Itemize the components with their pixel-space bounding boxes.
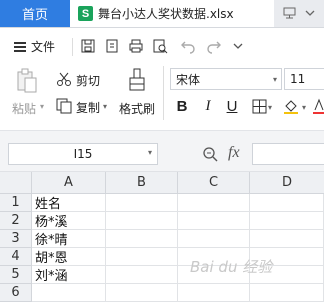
cell[interactable]: [178, 284, 250, 302]
paste-dropdown-icon[interactable]: ▾: [40, 102, 44, 111]
row-header-3[interactable]: 3: [0, 230, 32, 248]
column-header-a[interactable]: A: [32, 172, 106, 194]
cell-reference: I15: [73, 147, 93, 161]
column-header-c[interactable]: C: [178, 172, 250, 194]
format-painter-label[interactable]: 格式刷: [119, 100, 155, 117]
formula-input[interactable]: [252, 143, 324, 165]
cell[interactable]: [250, 230, 324, 248]
row-header-5[interactable]: 5: [0, 266, 32, 284]
row-header-1[interactable]: 1: [0, 194, 32, 212]
cell[interactable]: [250, 194, 324, 212]
cell[interactable]: [106, 194, 178, 212]
menu-icon: [14, 40, 26, 54]
paste-label[interactable]: 粘贴: [12, 100, 36, 117]
cell[interactable]: [178, 212, 250, 230]
cell-a3[interactable]: 徐*晴: [32, 230, 106, 248]
file-menu-button[interactable]: 文件: [14, 38, 55, 55]
copy-icon[interactable]: [56, 98, 72, 117]
cell[interactable]: [106, 230, 178, 248]
copy-label[interactable]: 复制: [76, 99, 100, 116]
cell[interactable]: [106, 212, 178, 230]
cell-a5[interactable]: 刘*涵: [32, 266, 106, 284]
monitor-icon[interactable]: [282, 6, 296, 20]
cut-icon[interactable]: [56, 71, 72, 90]
name-box[interactable]: I15 ▾: [8, 143, 158, 165]
copy-dropdown-icon[interactable]: ▾: [103, 102, 107, 111]
borders-icon[interactable]: [250, 96, 268, 116]
cell[interactable]: [106, 284, 178, 302]
spreadsheet-grid: A B C D 1 2 3 4 5 6 姓名 杨*溪 徐*晴 胡*恩 刘*涵: [0, 172, 324, 304]
cell-a2[interactable]: 杨*溪: [32, 212, 106, 230]
document-title: 舞台小达人奖状数据.xlsx: [98, 7, 234, 21]
cell[interactable]: [106, 248, 178, 266]
cell-a6[interactable]: [32, 284, 106, 302]
column-header-b[interactable]: B: [106, 172, 178, 194]
cell[interactable]: [106, 266, 178, 284]
fill-color-icon[interactable]: [282, 96, 300, 116]
name-box-dropdown-icon[interactable]: ▾: [148, 148, 152, 157]
undo-icon[interactable]: [180, 38, 196, 54]
print-preview-icon[interactable]: [152, 38, 168, 54]
redo-icon[interactable]: [206, 38, 222, 54]
customize-dropdown-icon[interactable]: [230, 38, 246, 54]
insert-function-button[interactable]: fx: [228, 144, 240, 162]
cell[interactable]: [250, 212, 324, 230]
zoom-search-icon[interactable]: [202, 146, 218, 165]
font-color-icon[interactable]: [312, 96, 324, 116]
watermark: Bai du 经验: [190, 258, 273, 276]
divider: [72, 38, 73, 56]
cell-a4[interactable]: 胡*恩: [32, 248, 106, 266]
home-tab[interactable]: 首页: [0, 0, 70, 27]
divider: [163, 66, 164, 120]
chevron-down-icon[interactable]: [303, 6, 317, 20]
column-header-d[interactable]: D: [250, 172, 324, 194]
spreadsheet-icon: S: [78, 6, 93, 21]
row-header-6[interactable]: 6: [0, 284, 32, 302]
print-icon[interactable]: [128, 38, 144, 54]
cell[interactable]: [250, 284, 324, 302]
cell[interactable]: [178, 230, 250, 248]
fill-dropdown-icon[interactable]: ▾: [302, 103, 306, 112]
underline-button[interactable]: U: [225, 96, 239, 116]
file-menu-label: 文件: [31, 40, 56, 54]
font-name-select[interactable]: 宋体 ▾: [170, 68, 282, 90]
row-header-4[interactable]: 4: [0, 248, 32, 266]
font-name-value: 宋体: [176, 72, 201, 87]
save-icon[interactable]: [80, 38, 96, 54]
cut-label[interactable]: 剪切: [76, 72, 100, 89]
document-tab[interactable]: S 舞台小达人奖状数据.xlsx: [70, 0, 274, 27]
font-dropdown-icon[interactable]: ▾: [273, 75, 277, 84]
paste-icon[interactable]: [16, 68, 38, 97]
bold-button[interactable]: B: [174, 96, 190, 116]
font-size-value: 11: [290, 72, 306, 86]
cell[interactable]: [178, 194, 250, 212]
select-all-corner[interactable]: [0, 172, 32, 194]
borders-dropdown-icon[interactable]: ▾: [268, 103, 272, 112]
row-header-2[interactable]: 2: [0, 212, 32, 230]
cell-a1[interactable]: 姓名: [32, 194, 106, 212]
font-size-select[interactable]: 11: [284, 68, 324, 90]
format-painter-icon[interactable]: [128, 68, 146, 95]
italic-button[interactable]: I: [201, 96, 215, 116]
export-pdf-icon[interactable]: [104, 38, 120, 54]
